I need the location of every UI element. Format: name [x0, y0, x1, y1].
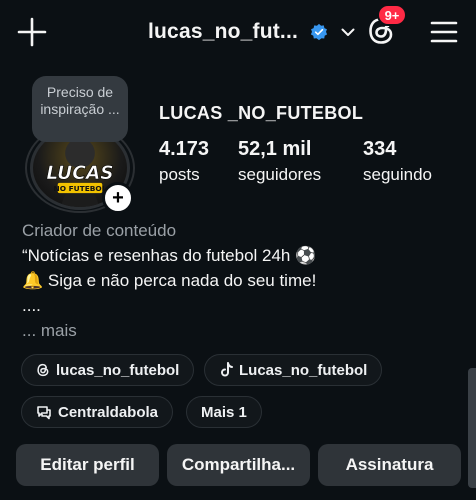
more-link[interactable]: ... mais [22, 318, 462, 343]
plus-icon[interactable] [16, 16, 48, 48]
add-story-button[interactable]: + [102, 182, 134, 214]
stat-value: 4.173 [159, 138, 210, 160]
stat-value: 52,1 mil [238, 138, 312, 160]
bio-line: “Notícias e resenhas do futebol 24h ⚽ [22, 246, 317, 265]
bio-line: 🔔 Siga e não perca nada do seu time! [22, 271, 317, 290]
note-text: Preciso de inspiração ... [40, 84, 120, 117]
username-switcher[interactable]: lucas_no_fut... [148, 16, 356, 48]
top-bar: lucas_no_fut... 9+ [0, 0, 476, 64]
profile-name: LUCAS _NO_FUTEBOL [159, 103, 364, 123]
stat-label: posts [159, 165, 200, 184]
subscription-button[interactable]: Assinatura [318, 444, 461, 486]
link-label: Mais 1 [201, 403, 247, 421]
chevron-down-icon [341, 28, 355, 36]
scrollbar[interactable] [468, 368, 476, 488]
verified-badge-icon [310, 23, 328, 41]
hamburger-menu-icon[interactable] [428, 16, 460, 48]
link-tiktok[interactable]: Lucas_no_futebol [204, 354, 383, 386]
profile-category: Criador de conteúdo [22, 221, 177, 240]
tiktok-icon [221, 362, 233, 377]
username: lucas_no_fut... [148, 20, 299, 43]
note-bubble[interactable]: Preciso de inspiração ... [32, 76, 128, 142]
stat-value: 334 [363, 138, 397, 160]
bio: “Notícias e resenhas do futebol 24h ⚽ 🔔 … [22, 243, 462, 343]
link-more[interactable]: Mais 1 [186, 396, 262, 428]
stat-following[interactable]: 334 seguindo [363, 138, 432, 185]
bio-line: .... [22, 296, 41, 315]
avatar-logo-line2: NO FUTEBOL [54, 184, 107, 193]
chat-bubble-icon [37, 406, 51, 420]
threads-icon [37, 363, 49, 377]
link-label: Centraldabola [58, 403, 159, 421]
share-profile-button[interactable]: Compartilha... [167, 444, 310, 486]
stat-label: seguindo [363, 165, 433, 184]
stat-label: seguidores [238, 165, 322, 184]
link-chat[interactable]: Centraldabola [21, 396, 174, 428]
link-label: lucas_no_futebol [56, 361, 180, 379]
avatar-logo-line1: LUCAS [46, 163, 113, 184]
plus-small-icon: + [112, 187, 124, 209]
link-threads[interactable]: lucas_no_futebol [21, 354, 195, 386]
stat-followers[interactable]: 52,1 mil seguidores [238, 138, 321, 185]
notifications-badge[interactable]: 9+ [377, 4, 407, 26]
edit-profile-button[interactable]: Editar perfil [16, 444, 159, 486]
link-label: Lucas_no_futebol [239, 361, 368, 379]
stat-posts[interactable]: 4.173 posts [159, 138, 209, 185]
